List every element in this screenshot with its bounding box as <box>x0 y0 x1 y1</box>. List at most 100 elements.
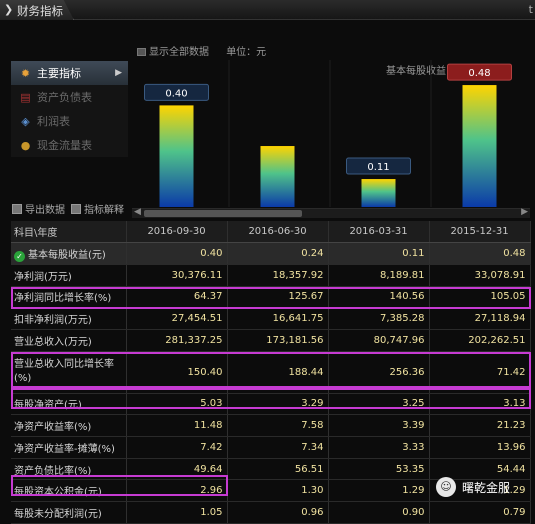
header-cell[interactable]: 2016-06-30 <box>227 221 329 244</box>
row-label: 每股资本公积金(元) <box>11 479 127 503</box>
value-cell: 16,641.75 <box>227 307 329 330</box>
nav-item-main-indicators[interactable]: ✹ 主要指标 ▶ <box>11 61 128 85</box>
data-label-text: 0.48 <box>468 68 490 79</box>
table-row[interactable]: 营业总收入同比增长率(%) 150.40 188.44 256.36 71.42 <box>11 351 531 394</box>
profit-icon: ◈ <box>21 114 30 128</box>
row-label-text: 营业总收入同比增长率(%) <box>14 359 114 385</box>
row-label-text: 每股未分配利润(元) <box>14 508 102 520</box>
value-cell: 27,118.94 <box>429 307 531 330</box>
value-cell: 1.30 <box>227 479 329 503</box>
chart-scrollbar[interactable]: ◀ ▶ <box>132 207 530 218</box>
chart-bar[interactable] <box>159 105 194 207</box>
value-cell: 1.05 <box>126 501 228 524</box>
scroll-right-icon[interactable]: ▶ <box>521 207 528 217</box>
value-cell: 173,181.56 <box>227 329 329 352</box>
value-cell: 256.36 <box>328 351 430 394</box>
table-row[interactable]: 净利润(万元) 30,376.11 18,357.92 8,189.81 33,078.… <box>11 264 531 287</box>
header-cell[interactable]: 2016-09-30 <box>126 221 228 244</box>
value-cell: 150.40 <box>126 351 228 394</box>
row-label-text: 每股资本公积金(元) <box>14 487 102 499</box>
show-all-label[interactable]: 显示全部数据 <box>149 47 209 58</box>
value-cell: 125.67 <box>227 286 329 309</box>
scroll-left-icon[interactable]: ◀ <box>134 207 141 217</box>
row-label: 净资产收益率-摊薄(%) <box>11 436 127 459</box>
scrollbar-thumb[interactable] <box>144 210 302 217</box>
chart-bar[interactable] <box>260 146 295 207</box>
chevron-right-icon[interactable]: ❯ <box>4 3 13 16</box>
explain-button[interactable]: 指标解释 <box>71 201 124 216</box>
data-label: 0.40 <box>144 83 209 101</box>
value-cell: 3.33 <box>328 436 430 459</box>
value-cell: 7,385.28 <box>328 307 430 330</box>
chart-data-labels: 0.40 0.11 0.48 <box>144 63 512 175</box>
value-cell: 21.23 <box>429 414 531 437</box>
row-label: 资产负债比率(%) <box>11 458 127 481</box>
value-cell: 8,189.81 <box>328 264 430 287</box>
export-button[interactable]: 导出数据 <box>12 201 65 216</box>
header-cell[interactable]: 2015-12-31 <box>429 221 531 244</box>
table-row[interactable]: 每股未分配利润(元) 1.05 0.96 0.90 0.79 <box>11 501 531 524</box>
value-cell: 3.25 <box>328 393 430 416</box>
show-all-checkbox[interactable] <box>137 48 146 56</box>
table-row[interactable]: ✓ 基本每股收益(元) 0.40 0.24 0.11 0.48 <box>11 242 531 265</box>
value-cell: 3.39 <box>328 414 430 437</box>
value-cell: 281,337.25 <box>126 329 228 352</box>
value-cell: 105.05 <box>429 286 531 309</box>
data-label: 0.48 <box>447 63 512 81</box>
data-label-text: 0.11 <box>367 162 389 173</box>
value-cell: 7.34 <box>227 436 329 459</box>
table-row[interactable]: 每股净资产(元) 5.03 3.29 3.25 3.13 <box>11 393 531 416</box>
value-cell: 56.51 <box>227 458 329 481</box>
explain-label: 指标解释 <box>84 205 124 216</box>
value-cell: 3.13 <box>429 393 531 416</box>
value-cell: 13.96 <box>429 436 531 459</box>
value-cell: 0.48 <box>429 242 531 265</box>
nav-item-label: 主要指标 <box>37 67 81 80</box>
nav-item-cash-flow[interactable]: ● 现金流量表 <box>11 133 128 157</box>
chart-bar[interactable] <box>361 179 396 207</box>
value-cell: 2.96 <box>126 479 228 503</box>
chart-bars <box>159 85 497 207</box>
watermark: ☺ 曙乾金服 <box>436 474 532 500</box>
nav-item-income-statement[interactable]: ◈ 利润表 <box>11 109 128 133</box>
value-cell: 64.37 <box>126 286 228 309</box>
value-cell: 1.29 <box>328 479 430 503</box>
row-label-text: 营业总收入(万元) <box>14 336 92 348</box>
watermark-text: 曙乾金服 <box>462 480 511 495</box>
row-label: 净资产收益率(%) <box>11 414 127 437</box>
value-cell: 188.44 <box>227 351 329 394</box>
value-cell: 30,376.11 <box>126 264 228 287</box>
table-row[interactable]: 净利润同比增长率(%) 64.37 125.67 140.56 105.05 <box>11 286 531 309</box>
row-label-text: 扣非净利润(万元) <box>14 315 92 327</box>
wechat-logo-icon: ☺ <box>436 477 456 497</box>
header-cell[interactable]: 2016-03-31 <box>328 221 430 244</box>
value-cell: 49.64 <box>126 458 228 481</box>
table-row[interactable]: 净资产收益率(%) 11.48 7.58 3.39 21.23 <box>11 414 531 437</box>
value-cell: 7.42 <box>126 436 228 459</box>
table-row[interactable]: 营业总收入(万元) 281,337.25 173,181.56 80,747.96 20… <box>11 329 531 352</box>
chart-bar[interactable] <box>462 85 497 207</box>
value-cell: 0.24 <box>227 242 329 265</box>
header-cell[interactable]: 科目\年度 <box>11 221 127 244</box>
table-row[interactable]: 扣非净利润(万元) 27,454.51 16,641.75 7,385.28 27,11… <box>11 307 531 330</box>
table-row[interactable]: 净资产收益率-摊薄(%) 7.42 7.34 3.33 13.96 <box>11 436 531 459</box>
nav-item-balance-sheet[interactable]: ▤ 资产负债表 <box>11 85 128 109</box>
chevron-right-icon: ▶ <box>115 68 122 78</box>
row-label: 营业总收入同比增长率(%) <box>11 351 127 394</box>
row-label-text: 基本每股收益(元) <box>28 249 106 261</box>
value-cell: 140.56 <box>328 286 430 309</box>
chart-grid <box>228 60 432 207</box>
value-cell: 7.58 <box>227 414 329 437</box>
row-label-text: 净资产收益率-摊薄(%) <box>14 443 115 455</box>
value-cell: 3.29 <box>227 393 329 416</box>
info-icon <box>71 204 81 214</box>
value-cell: 27,454.51 <box>126 307 228 330</box>
title-bar: ❯ 财务指标 t <box>0 0 535 20</box>
row-label-text: 净利润(万元) <box>14 271 72 283</box>
value-cell: 80,747.96 <box>328 329 430 352</box>
value-cell: 0.96 <box>227 501 329 524</box>
row-label-text: 净利润同比增长率(%) <box>14 293 112 305</box>
value-cell: 71.42 <box>429 351 531 394</box>
export-icon <box>12 204 22 214</box>
value-cell: 53.35 <box>328 458 430 481</box>
